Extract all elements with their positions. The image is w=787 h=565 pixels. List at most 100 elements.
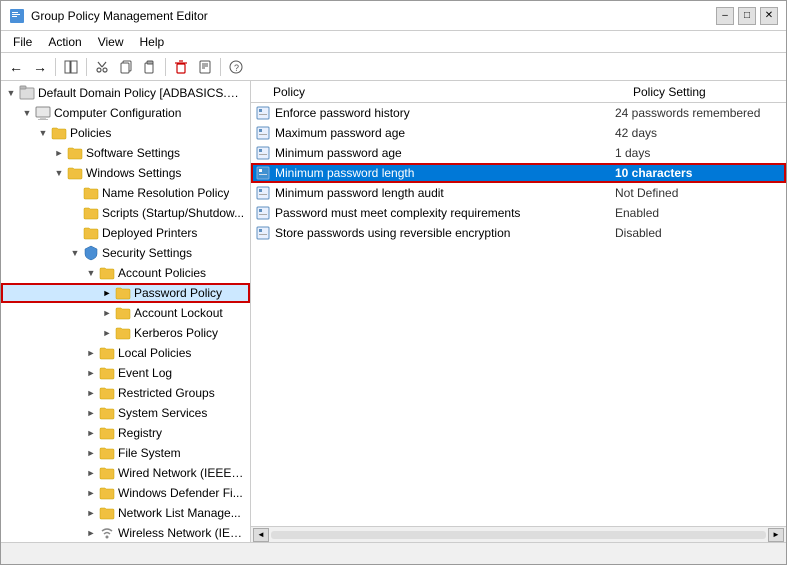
tree-toggle-el[interactable]: ►: [83, 365, 99, 381]
menu-view[interactable]: View: [90, 33, 132, 50]
policy-value-3: 10 characters: [615, 166, 782, 180]
right-scroll-right-btn[interactable]: ►: [768, 528, 784, 542]
paste-button[interactable]: [139, 56, 161, 78]
tree-toggle-nl[interactable]: ►: [83, 505, 99, 521]
menu-action[interactable]: Action: [40, 33, 89, 50]
forward-button[interactable]: →: [29, 56, 51, 78]
right-scrollbar-h[interactable]: ◄ ►: [251, 526, 786, 542]
tree-restricted-groups[interactable]: ► Restricted Groups: [1, 383, 250, 403]
tree-software-settings[interactable]: ► Software Settings: [1, 143, 250, 163]
svg-text:?: ?: [234, 63, 239, 73]
status-bar: [1, 542, 786, 564]
minimize-button[interactable]: –: [716, 7, 734, 25]
copy-button[interactable]: [115, 56, 137, 78]
account-lockout-label: Account Lockout: [134, 306, 223, 320]
shield-icon: [83, 245, 99, 261]
tree-system-services[interactable]: ► System Services: [1, 403, 250, 423]
col-header-policy: Policy: [269, 85, 629, 99]
title-bar-left: Group Policy Management Editor: [9, 8, 208, 24]
tree-toggle-sec[interactable]: ▼: [67, 245, 83, 261]
tree-file-system[interactable]: ► File System: [1, 443, 250, 463]
tree-toggle-pp[interactable]: ►: [99, 285, 115, 301]
tree-account-lockout[interactable]: ► Account Lockout: [1, 303, 250, 323]
tree-windows-settings[interactable]: ▼ Windows Settings: [1, 163, 250, 183]
folder-icon-services: [99, 405, 115, 421]
maximize-button[interactable]: □: [738, 7, 756, 25]
cut-button[interactable]: [91, 56, 113, 78]
properties-button[interactable]: [194, 56, 216, 78]
policy-value-0: 24 passwords remembered: [615, 106, 782, 120]
tree-toggle-wn[interactable]: ►: [83, 465, 99, 481]
tree-toggle-rg[interactable]: ►: [83, 385, 99, 401]
right-scroll-left-btn[interactable]: ◄: [253, 528, 269, 542]
menu-help[interactable]: Help: [132, 33, 173, 50]
tree-kerberos[interactable]: ► Kerberos Policy: [1, 323, 250, 343]
folder-icon-windows: [67, 165, 83, 181]
delete-icon: [174, 60, 188, 74]
scissors-icon: [95, 60, 109, 74]
tree-toggle-root[interactable]: ▼: [3, 85, 19, 101]
tree-toggle-kp[interactable]: ►: [99, 325, 115, 341]
tree-toggle-ss[interactable]: ►: [51, 145, 67, 161]
policy-value-5: Enabled: [615, 206, 782, 220]
policy-name-6: Store passwords using reversible encrypt…: [275, 226, 615, 240]
policy-icon-1: [255, 125, 271, 141]
help-icon: ?: [229, 60, 243, 74]
policy-row-1[interactable]: Maximum password age 42 days: [251, 123, 786, 143]
local-policies-label: Local Policies: [118, 346, 191, 360]
tree-toggle-policies[interactable]: ▼: [35, 125, 51, 141]
delete-button[interactable]: [170, 56, 192, 78]
tree-toggle-wirelessn[interactable]: ►: [83, 525, 99, 541]
tree-toggle-ws[interactable]: ▼: [51, 165, 67, 181]
toolbar-separator-2: [86, 58, 87, 76]
tree-view: ▼ Default Domain Policy [ADBASICS.THM...…: [1, 81, 250, 542]
wireless-network-label: Wireless Network (IEE...: [118, 526, 246, 540]
policy-row-3[interactable]: Minimum password length 10 characters: [251, 163, 786, 183]
policy-name-2: Minimum password age: [275, 146, 615, 160]
tree-name-resolution[interactable]: ► Name Resolution Policy: [1, 183, 250, 203]
tree-local-policies[interactable]: ► Local Policies: [1, 343, 250, 363]
tree-deployed-printers[interactable]: ► Deployed Printers: [1, 223, 250, 243]
policy-row-0[interactable]: Enforce password history 24 passwords re…: [251, 103, 786, 123]
policy-row-6[interactable]: Store passwords using reversible encrypt…: [251, 223, 786, 243]
account-policies-label: Account Policies: [118, 266, 206, 280]
policy-row-2[interactable]: Minimum password age 1 days: [251, 143, 786, 163]
tree-toggle-ap[interactable]: ▼: [83, 265, 99, 281]
policy-row-4[interactable]: Minimum password length audit Not Define…: [251, 183, 786, 203]
right-scroll-track[interactable]: [271, 531, 766, 539]
tree-password-policy[interactable]: ► Password Policy: [1, 283, 250, 303]
tree-event-log[interactable]: ► Event Log: [1, 363, 250, 383]
tree-security-settings[interactable]: ▼ Security Settings: [1, 243, 250, 263]
tree-toggle-sysserv[interactable]: ►: [83, 405, 99, 421]
tree-toggle-wd[interactable]: ►: [83, 485, 99, 501]
tree-wireless-network[interactable]: ► Wireless Network (IEE...: [1, 523, 250, 542]
password-policy-label: Password Policy: [134, 286, 222, 300]
col-header-setting: Policy Setting: [629, 85, 782, 99]
folder-icon-lockout: [115, 305, 131, 321]
tree-scripts[interactable]: ► Scripts (Startup/Shutdow...: [1, 203, 250, 223]
tree-account-policies[interactable]: ▼ Account Policies: [1, 263, 250, 283]
tree-network-list[interactable]: ► Network List Manage...: [1, 503, 250, 523]
policy-icon-2: [255, 145, 271, 161]
tree-windows-defender[interactable]: ► Windows Defender Fi...: [1, 483, 250, 503]
right-panel-body[interactable]: Enforce password history 24 passwords re…: [251, 103, 786, 526]
tree-toggle-fs[interactable]: ►: [83, 445, 99, 461]
show-hide-button[interactable]: [60, 56, 82, 78]
close-button[interactable]: ✕: [760, 7, 778, 25]
menu-file[interactable]: File: [5, 33, 40, 50]
tree-policies[interactable]: ▼ Policies: [1, 123, 250, 143]
tree-computer-config[interactable]: ▼ Computer Configuration: [1, 103, 250, 123]
tree-registry[interactable]: ► Registry: [1, 423, 250, 443]
registry-label: Registry: [118, 426, 162, 440]
tree-toggle-reg[interactable]: ►: [83, 425, 99, 441]
policy-row-5[interactable]: Password must meet complexity requiremen…: [251, 203, 786, 223]
tree-toggle-lp[interactable]: ►: [83, 345, 99, 361]
tree-toggle-al[interactable]: ►: [99, 305, 115, 321]
help-button[interactable]: ?: [225, 56, 247, 78]
name-resolution-label: Name Resolution Policy: [102, 186, 229, 200]
tree-toggle-cc[interactable]: ▼: [19, 105, 35, 121]
back-button[interactable]: ←: [5, 56, 27, 78]
tree-root[interactable]: ▼ Default Domain Policy [ADBASICS.THM...: [1, 83, 250, 103]
tree-wired-network[interactable]: ► Wired Network (IEEE 8...: [1, 463, 250, 483]
left-panel[interactable]: ▼ Default Domain Policy [ADBASICS.THM...…: [1, 81, 251, 542]
